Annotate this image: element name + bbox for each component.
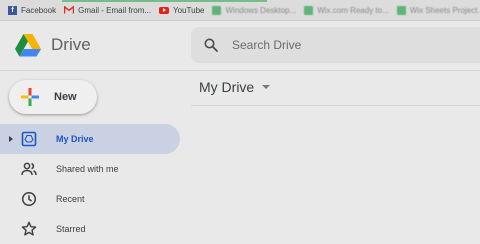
search-input[interactable]: Search Drive [232, 38, 301, 52]
my-drive-dropdown[interactable]: My Drive [199, 79, 271, 95]
bookmark-gmail-label: Gmail - Email from... [78, 5, 152, 15]
bookmark-gmail[interactable]: Gmail - Email from... [63, 0, 152, 20]
sheets-icon [304, 5, 314, 15]
header-divider [0, 70, 480, 71]
bookmark-blurred-label-2: Wix.com Ready to... [317, 5, 389, 15]
sidebar-item-my-drive[interactable]: My Drive [0, 124, 180, 154]
drive-logo[interactable]: Drive [15, 33, 91, 57]
sheets-icon [396, 5, 406, 15]
star-icon [21, 221, 37, 236]
plus-icon [21, 88, 39, 106]
search-bar[interactable]: Search Drive [191, 27, 480, 63]
sidebar-item-label: Recent [56, 194, 85, 204]
bookmark-blurred-label-1: Windows Desktop... [225, 5, 297, 15]
main-divider [191, 105, 480, 106]
gmail-icon [63, 4, 75, 15]
sidebar-item-shared[interactable]: Shared with me [0, 154, 180, 184]
app-title: Drive [51, 35, 91, 54]
facebook-icon: f [8, 5, 17, 15]
loading-bar [62, 0, 267, 2]
expand-arrow-icon[interactable] [9, 136, 13, 142]
sheets-icon [212, 5, 222, 15]
sidebar-item-label: Shared with me [56, 164, 119, 174]
bookmark-facebook[interactable]: f Facebook [8, 0, 56, 20]
search-icon[interactable] [204, 38, 218, 52]
drive-logo-icon [15, 34, 41, 57]
bookmark-youtube-label: YouTube [173, 5, 205, 15]
bookmark-blurred-2[interactable]: Wix.com Ready to... [304, 0, 389, 20]
page-title: My Drive [199, 79, 255, 95]
bookmarks-bar: f Facebook Gmail - Email from... YouTube… [0, 0, 480, 21]
new-button-label: New [54, 91, 77, 103]
sidebar-item-recent[interactable]: Recent [0, 184, 180, 214]
sidebar-item-label: Starred [56, 224, 86, 234]
my-drive-icon [21, 131, 37, 147]
bookmark-blurred-1[interactable]: Windows Desktop... [212, 0, 296, 20]
chevron-down-icon [262, 85, 271, 89]
sidebar-item-label: My Drive [56, 134, 94, 144]
bookmark-youtube[interactable]: YouTube [159, 0, 204, 20]
youtube-icon [159, 6, 170, 14]
shared-people-icon [21, 162, 37, 176]
sidebar-nav: My Drive Shared with me Recent Starred [0, 124, 180, 244]
bookmark-blurred-label-3: Wix Sheets Project... [409, 5, 480, 15]
bookmark-blurred-3[interactable]: Wix Sheets Project... [396, 0, 480, 20]
bookmark-facebook-label: Facebook [21, 5, 57, 15]
new-button[interactable]: New [9, 80, 97, 114]
clock-icon [21, 191, 37, 207]
